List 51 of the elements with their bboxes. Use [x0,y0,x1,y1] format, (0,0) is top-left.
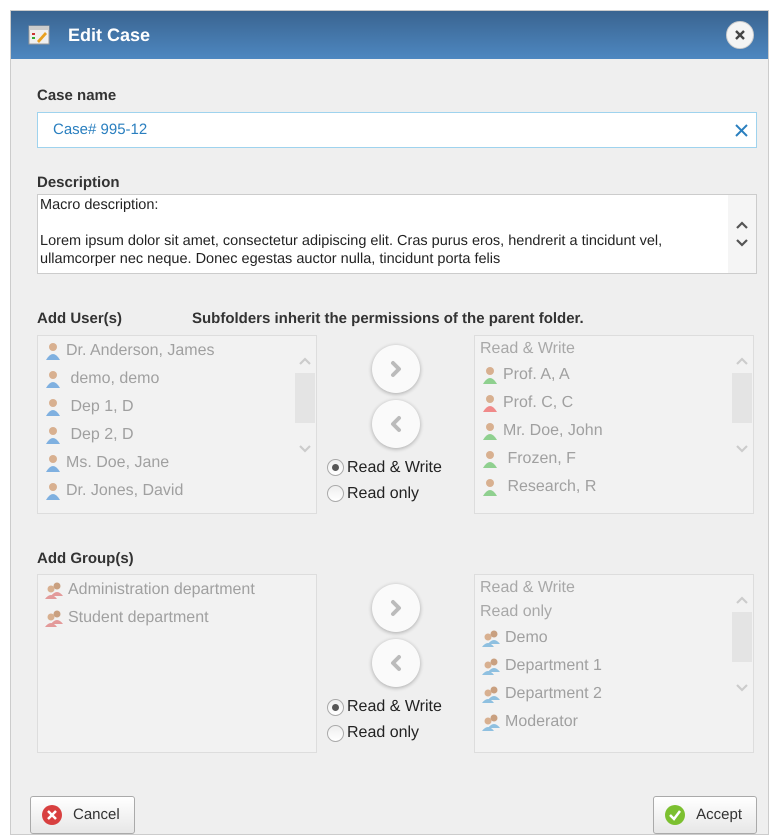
edit-form-icon [28,25,50,45]
description-text: Lorem ipsum dolor sit amet, consectetur adipiscing elit. Cras purus eros, hendrerit a tincidunt vel, ullamcorper nec neque. Donec egestas auctor nulla, tincidunt porta felis [40,232,664,268]
check-icon [664,804,686,826]
list-item[interactable]: Department 1 [505,654,602,678]
list-item[interactable]: Student department [68,606,209,630]
radio-button[interactable] [327,459,344,476]
radio-label[interactable]: Read only [347,482,420,506]
case-name-field[interactable]: Case# 995-12 [37,112,757,148]
move-left-button[interactable] [372,639,420,687]
radio-button[interactable] [327,724,344,742]
description-field[interactable]: Macro description: Lorem ipsum dolor sit amet, consectetur adipiscing elit. Cras purus eros, hendrerit a tincidunt vel, ullamcorper nec neque. Donec egestas auctor nulla, tincidunt porta felis [37,194,757,274]
move-left-button[interactable] [372,400,420,448]
list-item[interactable]: Research, R [503,474,596,498]
radio-button[interactable] [327,485,344,502]
description-text: Macro description: [40,196,160,214]
list-item[interactable]: Ms. Doe, Jane [66,450,170,474]
list-item[interactable]: Prof. A, A [503,362,570,386]
close-icon [734,29,746,41]
window-title: Edit Case [68,24,150,46]
field-label: Case name [37,86,118,106]
list-section-header: Read only [480,602,554,622]
list-item[interactable]: Moderator [505,710,578,734]
list-item[interactable]: Dep 2, D [66,422,134,446]
scroll-down-icon[interactable] [733,237,751,248]
radio-button[interactable] [327,698,344,716]
radio-label[interactable]: Read & Write [347,456,442,480]
section-label: Add User(s) [37,309,124,329]
section-label: Add Group(s) [37,548,135,568]
list-item[interactable]: demo, demo [66,366,160,390]
list-item[interactable]: Mr. Doe, John [503,418,603,442]
list-item[interactable]: Administration department [68,578,255,602]
list-item[interactable]: Demo [505,626,548,650]
clear-icon[interactable] [735,124,748,136]
move-right-button[interactable] [372,584,420,632]
list-section-header: Read & Write [480,578,576,598]
cancel-icon [41,804,63,826]
move-right-button[interactable] [372,344,420,392]
list-item[interactable]: Dr. Jones, David [66,478,184,502]
accept-button[interactable]: Accept [653,796,757,834]
list-item[interactable]: Prof. C, C [503,390,574,414]
list-item[interactable]: Dep 1, D [66,394,134,418]
list-item[interactable]: Dr. Anderson, James [66,338,215,362]
field-label: Description [37,172,121,192]
radio-label[interactable]: Read only [347,721,420,745]
list-item[interactable]: Department 2 [505,682,602,706]
cancel-button[interactable]: Cancel [30,796,135,834]
list-section-header: Read & Write [480,338,576,358]
permissions-note: Subfolders inherit the permissions of the parent folder. [192,309,584,329]
list-item[interactable]: Frozen, F [503,446,576,470]
radio-label[interactable]: Read & Write [347,695,442,719]
close-button[interactable] [726,21,754,49]
